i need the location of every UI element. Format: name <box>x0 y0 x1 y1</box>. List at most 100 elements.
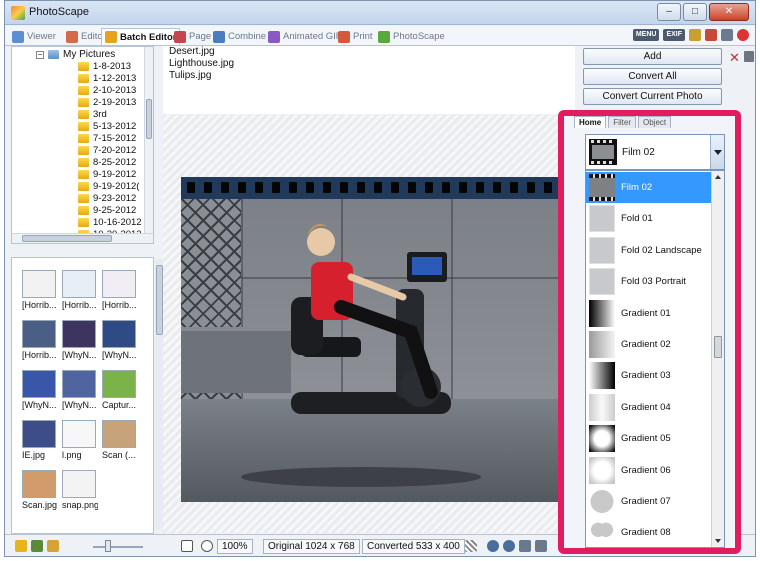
thumbnail-item[interactable]: Scan (... <box>102 420 138 460</box>
settings-icon[interactable] <box>721 29 733 41</box>
thumbnail-item[interactable]: Captur... <box>102 370 138 410</box>
open-folder-icon[interactable] <box>47 540 59 552</box>
thumbnail-item[interactable]: [Horrib... <box>22 270 58 310</box>
fit-to-window-icon[interactable] <box>181 540 193 552</box>
folder-icon[interactable] <box>689 29 701 41</box>
trash-icon[interactable] <box>744 51 754 62</box>
frame-option[interactable]: Gradient 07 <box>586 486 711 517</box>
tree-root-my-pictures[interactable]: − My Pictures <box>36 49 115 60</box>
thumbnail-item[interactable]: [Horrib... <box>22 320 58 360</box>
frame-option[interactable]: Gradient 04 <box>586 392 711 423</box>
convert-all-button[interactable]: Convert All <box>583 68 722 85</box>
help-icon[interactable] <box>737 29 749 41</box>
refresh-icon[interactable] <box>31 540 43 552</box>
frame-option-thumbnail <box>589 205 615 233</box>
tree-folder-item[interactable]: 7-15-2012 <box>78 133 136 144</box>
frame-option-thumbnail <box>589 299 615 327</box>
frame-dropdown-scrollbar[interactable] <box>711 171 724 547</box>
add-button[interactable]: Add <box>583 48 722 65</box>
rotate-right-icon[interactable] <box>503 540 515 552</box>
close-button[interactable]: ✕ <box>709 3 749 21</box>
tab-photoscape[interactable]: PhotoScape <box>375 28 448 45</box>
thumbnail-item[interactable]: [WhyN... <box>62 320 98 360</box>
exif-button[interactable]: EXIF <box>663 29 685 41</box>
tab-combine[interactable]: Combine <box>210 28 269 45</box>
tree-folder-item[interactable]: 7-20-2012 <box>78 145 136 156</box>
subtab-home[interactable]: Home <box>574 116 607 128</box>
folder-icon <box>78 158 89 167</box>
convert-current-photo-button[interactable]: Convert Current Photo <box>583 88 722 105</box>
thumbnail-item[interactable]: [Horrib... <box>102 270 138 310</box>
frame-option[interactable]: Gradient 02 <box>586 329 711 360</box>
remove-icon[interactable]: ✕ <box>729 50 740 66</box>
page-icon <box>174 30 186 43</box>
film-perforation <box>221 182 229 193</box>
folder-icon <box>78 74 89 83</box>
gallery-icon[interactable] <box>705 29 717 41</box>
tree-folder-item[interactable]: 8-25-2012 <box>78 157 136 168</box>
file-item[interactable]: Tulips.jpg <box>169 70 211 81</box>
favorite-icon[interactable] <box>15 540 27 552</box>
tree-vertical-scrollbar[interactable] <box>144 47 153 233</box>
tab-page[interactable]: Page <box>171 28 214 45</box>
tab-batch-editor[interactable]: Batch Editor <box>101 28 181 45</box>
collapse-toggle-icon[interactable]: − <box>36 50 44 59</box>
subtab-filter[interactable]: Filter <box>608 116 637 128</box>
tree-folder-item[interactable]: 1-8-2013 <box>78 61 131 72</box>
tree-folder-item[interactable]: 5-13-2012 <box>78 121 136 132</box>
tree-scroll-thumb[interactable] <box>146 99 152 139</box>
minimize-button[interactable]: – <box>657 3 681 21</box>
tab-animated-gif[interactable]: Animated GIF <box>265 28 345 45</box>
thumbnail-item[interactable]: IE.jpg <box>22 420 58 460</box>
frame-option[interactable]: Gradient 03 <box>586 360 711 391</box>
tree-folder-item[interactable]: 10-16-2012 <box>78 217 142 228</box>
tab-print[interactable]: Print <box>335 28 376 45</box>
tree-folder-item[interactable]: 3rd <box>78 109 107 120</box>
menu-button[interactable]: MENU <box>632 29 660 41</box>
frame-option[interactable]: Fold 02 Landscape <box>586 235 711 266</box>
thumbnail-image <box>102 420 136 448</box>
scroll-down-arrow-icon[interactable] <box>712 535 724 547</box>
tree-hscroll-thumb[interactable] <box>22 235 112 242</box>
thumbnail-image <box>62 370 96 398</box>
tree-folder-item[interactable]: 9-19-2012( <box>78 181 139 192</box>
thumbnail-item[interactable]: Scan.jpg <box>22 470 58 510</box>
chevron-down-icon[interactable] <box>710 135 724 169</box>
frame-option[interactable]: Gradient 01 <box>586 298 711 329</box>
rotate-left-icon[interactable] <box>487 540 499 552</box>
tree-folder-item[interactable]: 2-19-2013 <box>78 97 136 108</box>
slider-handle[interactable] <box>105 540 111 552</box>
tree-horizontal-scrollbar[interactable] <box>12 233 153 243</box>
tree-folder-item[interactable]: 9-25-2012 <box>78 205 136 216</box>
flip-vertical-icon[interactable] <box>535 540 547 552</box>
maximize-button[interactable]: □ <box>683 3 707 21</box>
thumbnail-item[interactable]: [WhyN... <box>102 320 138 360</box>
thumbnail-size-slider[interactable] <box>93 546 143 548</box>
flip-horizontal-icon[interactable] <box>519 540 531 552</box>
thumbnail-item[interactable]: l.png <box>62 420 98 460</box>
scroll-up-arrow-icon[interactable] <box>712 171 724 183</box>
frame-option[interactable]: Gradient 06 <box>586 455 711 486</box>
frame-option[interactable]: Fold 03 Portrait <box>586 266 711 297</box>
tab-viewer[interactable]: Viewer <box>9 28 59 45</box>
thumbnail-item[interactable]: [WhyN... <box>22 370 58 410</box>
frame-option[interactable]: Fold 01 <box>586 203 711 234</box>
thumbnail-scroll-thumb[interactable] <box>156 265 163 335</box>
zoom-icon[interactable] <box>201 540 213 552</box>
subtab-object[interactable]: Object <box>638 116 672 128</box>
thumbnail-item[interactable]: [WhyN... <box>62 370 98 410</box>
tree-folder-item[interactable]: 2-10-2013 <box>78 85 136 96</box>
frame-combobox[interactable]: Film 02 <box>585 134 725 170</box>
thumbnail-item[interactable]: [Horrib... <box>62 270 98 310</box>
file-item[interactable]: Desert.jpg <box>169 46 215 57</box>
frame-option[interactable]: Gradient 08 <box>586 517 711 547</box>
checkerboard-icon[interactable] <box>465 540 477 552</box>
frame-option[interactable]: Gradient 05 <box>586 423 711 454</box>
tree-folder-item[interactable]: 9-19-2012 <box>78 169 136 180</box>
tree-folder-item[interactable]: 9-23-2012 <box>78 193 136 204</box>
thumbnail-item[interactable]: snap.png <box>62 470 98 510</box>
frame-option[interactable]: Film 02 <box>586 172 711 203</box>
file-item[interactable]: Lighthouse.jpg <box>169 58 234 69</box>
frame-dropdown-scroll-thumb[interactable] <box>714 336 722 358</box>
tree-folder-item[interactable]: 1-12-2013 <box>78 73 136 84</box>
